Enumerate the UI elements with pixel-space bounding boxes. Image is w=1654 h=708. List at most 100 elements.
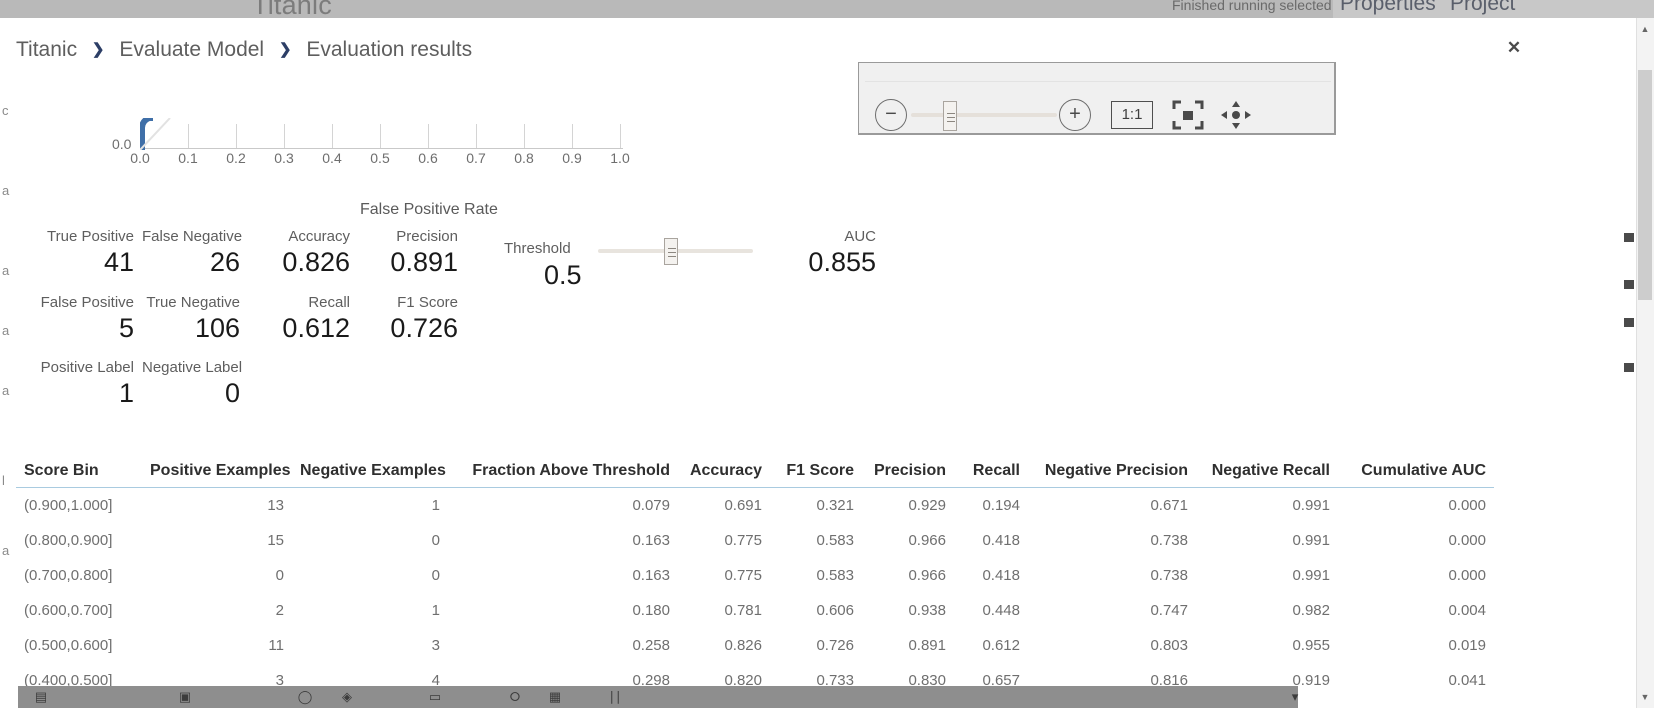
host-tab-project[interactable]: Project [1450,0,1515,16]
taskbar-icon[interactable]: ∣∣ [606,688,624,706]
zoom-in-button[interactable]: + [1059,99,1091,131]
metric-value: 0.826 [282,247,350,277]
cell-negative-recall: 0.982 [1292,602,1330,619]
auc-label: AUC [844,228,876,245]
taskbar-icon[interactable]: ◯ [296,688,314,706]
metric-label: False Negative [142,228,243,245]
metric-value: 0 [224,378,240,408]
cell-precision: 0.891 [908,637,946,654]
scroll-up-icon[interactable]: ▲ [1638,22,1652,36]
cell-score-bin: (0.600,0.700] [24,602,113,619]
cell-cumulative-auc: 0.000 [1448,497,1486,514]
x-tick-label: 0.4 [322,150,342,166]
host-edge-markers [1620,18,1634,708]
column-header-score-bin[interactable]: Score Bin [16,458,142,488]
column-header-f1-score[interactable]: F1 Score [770,458,862,488]
column-header-recall[interactable]: Recall [954,458,1028,488]
cell-negative-precision: 0.738 [1150,567,1188,584]
cell-precision: 0.966 [908,567,946,584]
zoom-out-button[interactable]: − [875,99,907,131]
gutter-text: a [2,323,10,338]
gutter-text: c [2,103,9,118]
cell-cumulative-auc: 0.041 [1448,672,1486,689]
cell-score-bin: (0.900,1.000] [24,497,113,514]
column-header-negative-recall[interactable]: Negative Recall [1196,458,1338,488]
taskbar-icon[interactable]: ▾ [1286,688,1304,706]
cell-accuracy: 0.826 [724,637,762,654]
table-row[interactable]: (0.500,0.600] 11 3 0.258 0.826 0.726 0.8… [16,628,1494,663]
cell-negative-recall: 0.955 [1292,637,1330,654]
cell-score-bin: (0.500,0.600] [24,637,113,654]
column-header-cumulative-auc[interactable]: Cumulative AUC [1338,458,1494,488]
cell-score-bin: (0.700,0.800] [24,567,113,584]
metric-value: 0.726 [390,313,458,343]
x-tick-label: 1.0 [610,150,630,166]
metric-value: 0.891 [390,247,458,277]
scrollbar-thumb[interactable] [1638,70,1652,300]
host-tab-properties[interactable]: Properties [1340,0,1436,16]
table-row[interactable]: (0.700,0.800] 0 0 0.163 0.775 0.583 0.96… [16,558,1494,593]
table-row[interactable]: (0.900,1.000] 13 1 0.079 0.691 0.321 0.9… [16,488,1494,524]
cell-negative-precision: 0.747 [1150,602,1188,619]
roc-curve-chart: 0.0 0.0 0.1 0.2 0.3 0.4 0.5 0.6 0.7 0.8 … [16,58,716,218]
chevron-right-icon: ❯ [278,41,292,58]
column-header-positive-examples[interactable]: Positive Examples [142,458,292,488]
zoom-actual-size-button[interactable]: 1:1 [1111,101,1153,129]
gutter-text: a [2,263,10,278]
taskbar-icon[interactable]: ▭ [426,688,444,706]
pan-icon[interactable] [1219,99,1253,131]
x-axis-title: False Positive Rate [360,201,498,218]
x-tick-label: 0.5 [370,150,390,166]
close-icon[interactable]: ✕ [1500,34,1528,62]
column-header-fraction-above-threshold[interactable]: Fraction Above Threshold [448,458,678,488]
taskbar-icon[interactable]: ⭘ [506,688,524,706]
cell-fraction-above-threshold: 0.163 [632,532,670,549]
cell-cumulative-auc: 0.000 [1448,532,1486,549]
metric-label: F1 Score [397,294,458,311]
cell-positive-examples: 13 [267,497,284,514]
cell-negative-precision: 0.738 [1150,532,1188,549]
cell-accuracy: 0.781 [724,602,762,619]
taskbar-icon[interactable]: ▤ [32,688,50,706]
zoom-slider-track[interactable] [911,113,1057,117]
cell-precision: 0.929 [908,497,946,514]
cell-recall: 0.612 [982,637,1020,654]
cell-fraction-above-threshold: 0.180 [632,602,670,619]
x-tick-label: 0.2 [226,150,246,166]
host-scrollbar[interactable]: ▲ ▼ [1636,18,1654,708]
cell-cumulative-auc: 0.064 [1338,698,1494,708]
fit-to-screen-icon[interactable] [1171,99,1205,131]
column-header-negative-precision[interactable]: Negative Precision [1028,458,1196,488]
taskbar-icon[interactable]: ▦ [546,688,564,706]
chevron-right-icon: ❯ [91,41,105,58]
cell-fraction-above-threshold: 0.258 [632,637,670,654]
metric-label: Recall [308,294,350,311]
cell-negative-recall: 0.991 [1292,532,1330,549]
x-axis-line [140,148,623,149]
cell-precision: 0.938 [908,602,946,619]
roc-curve-path [140,118,200,150]
cell-fraction-above-threshold: 0.079 [632,497,670,514]
cell-accuracy: 0.775 [724,532,762,549]
scroll-down-icon[interactable]: ▼ [1638,690,1652,704]
host-left-gutter: c a a a a l a [0,18,16,708]
gutter-text: a [2,543,10,558]
x-tick-label: 0.7 [466,150,486,166]
threshold-label: Threshold [504,240,571,257]
column-header-precision[interactable]: Precision [862,458,954,488]
column-header-negative-examples[interactable]: Negative Examples [292,458,448,488]
taskbar-icon[interactable]: ◈ [338,688,356,706]
os-taskbar[interactable]: ▤ ▣ ◯ ◈ ▭ ⭘ ▦ ∣∣ ▾ [18,686,1298,708]
cell-negative-examples: 1 [431,602,440,619]
zoom-toolbar-panel: − + 1:1 [858,62,1336,135]
threshold-slider-thumb[interactable] [664,238,678,265]
taskbar-icon[interactable]: ▣ [176,688,194,706]
column-header-accuracy[interactable]: Accuracy [678,458,770,488]
gutter-text: a [2,183,10,198]
table-row[interactable]: (0.800,0.900] 15 0 0.163 0.775 0.583 0.9… [16,523,1494,558]
table-row[interactable]: (0.600,0.700] 2 1 0.180 0.781 0.606 0.93… [16,593,1494,628]
cell-recall: 0.418 [982,567,1020,584]
zoom-slider-thumb[interactable] [943,101,957,131]
metric-label: True Negative [146,294,240,311]
threshold-value: 0.5 [544,260,582,290]
